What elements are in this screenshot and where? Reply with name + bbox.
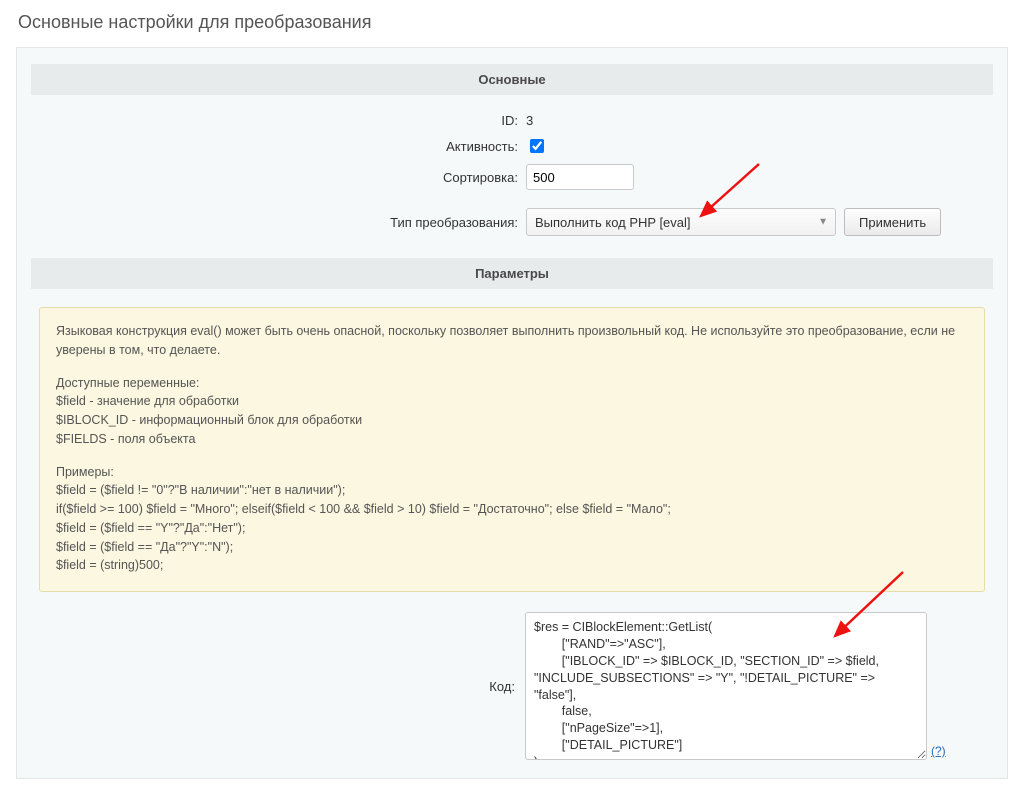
type-label: Тип преобразования:	[31, 215, 526, 230]
active-checkbox[interactable]	[530, 139, 544, 153]
code-label: Код:	[39, 679, 525, 694]
warning-vars-title: Доступные переменные:	[56, 374, 968, 393]
id-label: ID:	[31, 113, 526, 128]
settings-panel: Основные ID: 3 Активность: Сортировка: Т…	[16, 47, 1008, 779]
row-type: Тип преобразования: Выполнить код PHP [e…	[31, 208, 993, 236]
warning-ex-title: Примеры:	[56, 463, 968, 482]
active-label: Активность:	[31, 139, 526, 154]
section-main-header: Основные	[31, 64, 993, 95]
sort-label: Сортировка:	[31, 170, 526, 185]
sort-input[interactable]	[526, 164, 634, 190]
warning-ex3: $field = ($field == "Y"?"Да":"Нет");	[56, 519, 968, 538]
row-id: ID: 3	[31, 113, 993, 128]
code-textarea[interactable]	[525, 612, 927, 760]
row-sort: Сортировка:	[31, 164, 993, 190]
warning-var2: $IBLOCK_ID - информационный блок для обр…	[56, 411, 968, 430]
help-link[interactable]: (?)	[931, 744, 946, 760]
warning-var1: $field - значение для обработки	[56, 392, 968, 411]
page-title: Основные настройки для преобразования	[18, 12, 1008, 33]
apply-button[interactable]: Применить	[844, 208, 941, 236]
warning-var3: $FIELDS - поля объекта	[56, 430, 968, 449]
warning-ex1: $field = ($field != "0"?"В наличии":"нет…	[56, 481, 968, 500]
id-value: 3	[526, 113, 993, 128]
warning-ex4: $field = ($field == "Да"?"Y":"N");	[56, 538, 968, 557]
warning-intro: Языковая конструкция eval() может быть о…	[56, 322, 968, 360]
warning-ex2: if($field >= 100) $field = "Много"; else…	[56, 500, 968, 519]
warning-ex5: $field = (string)500;	[56, 556, 968, 575]
row-code: Код: (?)	[39, 612, 985, 760]
type-select[interactable]: Выполнить код PHP [eval]	[526, 208, 836, 236]
section-params-header: Параметры	[31, 258, 993, 289]
row-active: Активность:	[31, 136, 993, 156]
eval-warning-box: Языковая конструкция eval() может быть о…	[39, 307, 985, 592]
